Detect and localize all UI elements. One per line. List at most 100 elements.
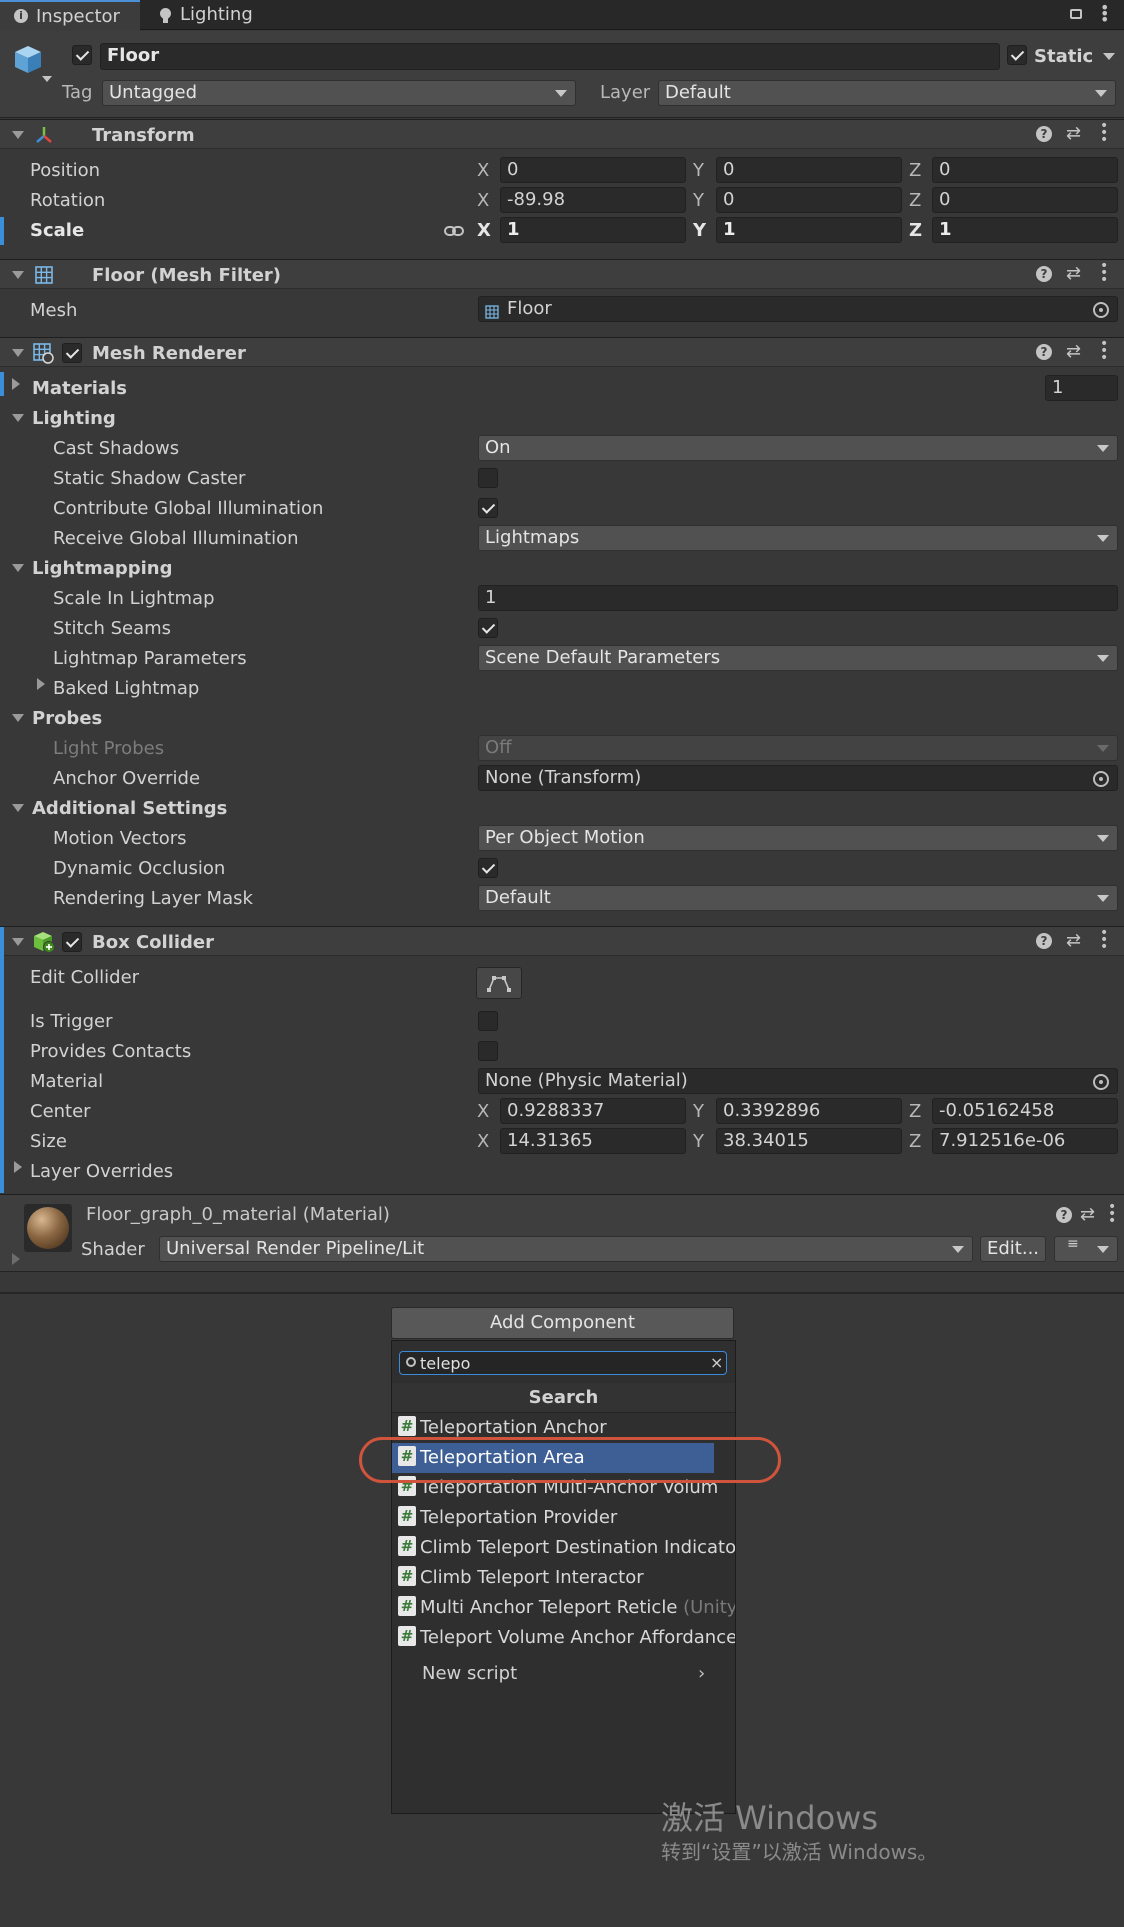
more-icon[interactable]: • • • xyxy=(1108,1200,1116,1228)
materials-count-field[interactable]: 1 xyxy=(1045,375,1118,401)
more-icon[interactable]: • • • xyxy=(1100,926,1108,954)
foldout-arrow-icon[interactable] xyxy=(12,938,24,946)
tab-inspector[interactable]: i Inspector xyxy=(0,0,140,31)
baked-lightmap-label[interactable]: Baked Lightmap xyxy=(53,680,199,698)
mesh-filter-header[interactable]: Floor (Mesh Filter) ? ⇄ • • • xyxy=(0,259,1124,289)
shader-options-dropdown[interactable]: ≡ xyxy=(1054,1236,1118,1262)
help-icon[interactable]: ? xyxy=(1056,1207,1072,1223)
materials-label[interactable]: Materials xyxy=(32,380,127,398)
dynamic-occlusion-checkbox[interactable] xyxy=(478,858,498,878)
presets-icon[interactable]: ⇄ xyxy=(1066,343,1081,361)
lightmapping-label[interactable]: Lightmapping xyxy=(32,560,172,578)
shader-edit-button[interactable]: Edit... xyxy=(980,1236,1046,1262)
materials-foldout-arrow-icon[interactable] xyxy=(12,378,20,390)
tab-lighting[interactable]: Lighting xyxy=(150,0,280,30)
receive-gi-dropdown[interactable]: Lightmaps xyxy=(478,525,1118,551)
mesh-object-field[interactable]: Floor xyxy=(478,296,1118,322)
cast-shadows-dropdown[interactable]: On xyxy=(478,435,1118,461)
object-picker-icon[interactable] xyxy=(1093,1074,1109,1090)
object-picker-icon[interactable] xyxy=(1093,771,1109,787)
active-checkbox[interactable] xyxy=(72,45,92,65)
material-preview-icon[interactable] xyxy=(24,1204,72,1252)
gameobject-cube-icon[interactable] xyxy=(12,43,44,75)
position-y-field[interactable]: 0 xyxy=(716,157,902,183)
lighting-label[interactable]: Lighting xyxy=(32,410,116,428)
more-icon[interactable]: • • • xyxy=(1100,119,1108,147)
box-collider-enabled-checkbox[interactable] xyxy=(62,932,82,952)
baked-lightmap-foldout-arrow-icon[interactable] xyxy=(37,678,45,690)
presets-icon[interactable]: ⇄ xyxy=(1080,1206,1095,1224)
scale-in-lightmap-field[interactable]: 1 xyxy=(478,585,1118,611)
component-result-item[interactable]: # Teleportation Provider xyxy=(392,1503,735,1533)
foldout-arrow-icon[interactable] xyxy=(12,271,24,279)
more-icon[interactable]: • • • xyxy=(1100,337,1108,365)
presets-icon[interactable]: ⇄ xyxy=(1066,932,1081,950)
position-z-field[interactable]: 0 xyxy=(932,157,1118,183)
is-trigger-checkbox[interactable] xyxy=(478,1011,498,1031)
help-icon[interactable]: ? xyxy=(1036,933,1052,949)
center-y-field[interactable]: 0.3392896 xyxy=(716,1098,902,1124)
additional-settings-label[interactable]: Additional Settings xyxy=(32,800,227,818)
size-x-field[interactable]: 14.31365 xyxy=(500,1128,686,1154)
component-result-item[interactable]: # Climb Teleport Destination Indicator xyxy=(392,1533,735,1563)
tag-dropdown[interactable]: Untagged xyxy=(102,80,576,106)
object-picker-icon[interactable] xyxy=(1093,302,1109,318)
additional-settings-foldout-arrow-icon[interactable] xyxy=(12,804,24,812)
provides-contacts-checkbox[interactable] xyxy=(478,1041,498,1061)
help-icon[interactable]: ? xyxy=(1036,126,1052,142)
foldout-arrow-icon[interactable] xyxy=(12,131,24,139)
material-foldout-arrow-icon[interactable] xyxy=(12,1253,20,1265)
more-icon[interactable]: • • • xyxy=(1100,0,1109,28)
layer-overrides-label[interactable]: Layer Overrides xyxy=(30,1163,173,1181)
more-icon[interactable]: • • • xyxy=(1100,259,1108,287)
static-checkbox[interactable] xyxy=(1007,45,1027,65)
scale-z-field[interactable]: 1 xyxy=(932,217,1118,243)
help-icon[interactable]: ? xyxy=(1036,344,1052,360)
anchor-override-field[interactable]: None (Transform) xyxy=(478,765,1118,791)
add-component-button[interactable]: Add Component xyxy=(391,1307,734,1339)
mesh-renderer-header[interactable]: Mesh Renderer ? ⇄ • • • xyxy=(0,337,1124,367)
center-x-field[interactable]: 0.9288337 xyxy=(500,1098,686,1124)
edit-collider-button[interactable] xyxy=(476,967,522,999)
presets-icon[interactable]: ⇄ xyxy=(1066,265,1081,283)
transform-header[interactable]: Transform ? ⇄ • • • xyxy=(0,119,1124,149)
component-search-field[interactable]: telepo × xyxy=(399,1351,727,1375)
component-result-item[interactable]: # Climb Teleport Interactor xyxy=(392,1563,735,1593)
probes-foldout-arrow-icon[interactable] xyxy=(12,714,24,722)
scale-x-field[interactable]: 1 xyxy=(500,217,686,243)
static-dropdown-arrow-icon[interactable] xyxy=(1103,53,1115,60)
presets-icon[interactable]: ⇄ xyxy=(1066,125,1081,143)
lightmap-parameters-dropdown[interactable]: Scene Default Parameters xyxy=(478,645,1118,671)
position-x-field[interactable]: 0 xyxy=(500,157,686,183)
help-icon[interactable]: ? xyxy=(1036,266,1052,282)
contribute-gi-checkbox[interactable] xyxy=(478,498,498,518)
collider-material-field[interactable]: None (Physic Material) xyxy=(478,1068,1118,1094)
lock-icon[interactable] xyxy=(1070,9,1082,19)
rendering-layer-mask-dropdown[interactable]: Default xyxy=(478,885,1118,911)
layer-overrides-foldout-arrow-icon[interactable] xyxy=(14,1161,22,1173)
size-y-field[interactable]: 38.34015 xyxy=(716,1128,902,1154)
lightmapping-foldout-arrow-icon[interactable] xyxy=(12,564,24,572)
rotation-z-field[interactable]: 0 xyxy=(932,187,1118,213)
component-result-item[interactable]: # Teleport Volume Anchor Affordance xyxy=(392,1623,735,1653)
rotation-x-field[interactable]: -89.98 xyxy=(500,187,686,213)
shader-dropdown[interactable]: Universal Render Pipeline/Lit xyxy=(159,1236,973,1262)
new-script-item[interactable]: New script › xyxy=(392,1659,735,1689)
motion-vectors-dropdown[interactable]: Per Object Motion xyxy=(478,825,1118,851)
box-collider-header[interactable]: Box Collider ? ⇄ • • • xyxy=(0,926,1124,957)
layer-dropdown[interactable]: Default xyxy=(658,80,1116,106)
center-z-field[interactable]: -0.05162458 xyxy=(932,1098,1118,1124)
icon-dropdown-arrow-icon[interactable] xyxy=(42,76,52,82)
scale-y-field[interactable]: 1 xyxy=(716,217,902,243)
size-z-field[interactable]: 7.912516e-06 xyxy=(932,1128,1118,1154)
mesh-renderer-enabled-checkbox[interactable] xyxy=(62,343,82,363)
probes-label[interactable]: Probes xyxy=(32,710,102,728)
link-icon[interactable] xyxy=(444,222,464,236)
object-name-field[interactable]: Floor xyxy=(100,43,1000,70)
component-result-item[interactable]: # Multi Anchor Teleport Reticle (Unity xyxy=(392,1593,735,1623)
rotation-y-field[interactable]: 0 xyxy=(716,187,902,213)
lighting-foldout-arrow-icon[interactable] xyxy=(12,414,24,422)
foldout-arrow-icon[interactable] xyxy=(12,349,24,357)
stitch-seams-checkbox[interactable] xyxy=(478,618,498,638)
static-shadow-caster-checkbox[interactable] xyxy=(478,468,498,488)
